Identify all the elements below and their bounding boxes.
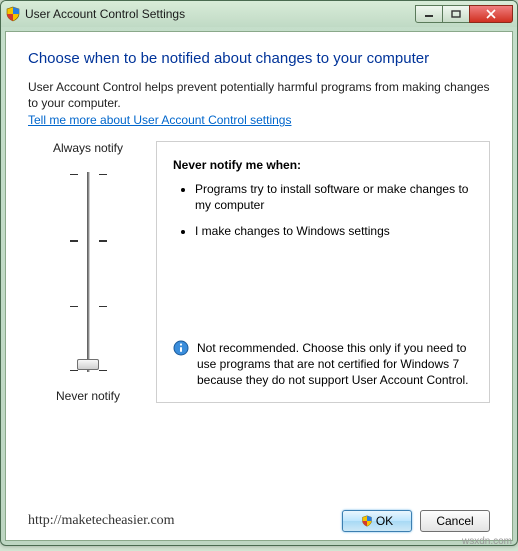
source-url: http://maketecheasier.com — [28, 513, 175, 529]
panel-bullet: Programs try to install software or make… — [195, 182, 473, 213]
window-frame: User Account Control Settings Choose whe… — [0, 0, 518, 546]
slider-tick — [99, 370, 107, 371]
slider-column: Always notify Never notify — [28, 141, 148, 403]
help-link[interactable]: Tell me more about User Account Control … — [28, 113, 490, 127]
body-row: Always notify Never notify — [28, 141, 490, 403]
info-panel: Never notify me when: Programs try to in… — [156, 141, 490, 403]
recommendation-text: Not recommended. Choose this only if you… — [197, 340, 473, 389]
titlebar[interactable]: User Account Control Settings — [1, 1, 517, 27]
ok-button-label: OK — [376, 514, 393, 528]
slider-tick — [99, 306, 107, 307]
minimize-button[interactable] — [415, 5, 443, 23]
slider-tick — [70, 306, 78, 307]
shield-icon — [361, 515, 373, 527]
close-button[interactable] — [469, 5, 513, 23]
window-title: User Account Control Settings — [25, 7, 416, 21]
content-area: Choose when to be notified about changes… — [5, 31, 513, 541]
page-heading: Choose when to be notified about changes… — [28, 50, 490, 67]
info-icon — [173, 340, 189, 356]
panel-bullet-list: Programs try to install software or make… — [179, 182, 473, 249]
panel-title: Never notify me when: — [173, 158, 473, 172]
cancel-button-label: Cancel — [436, 514, 473, 528]
maximize-button[interactable] — [442, 5, 470, 23]
slider-thumb[interactable] — [77, 359, 99, 370]
slider-top-label: Always notify — [53, 141, 123, 155]
slider-tick — [70, 240, 78, 242]
uac-shield-icon — [5, 6, 21, 22]
slider-track — [87, 172, 90, 372]
cancel-button[interactable]: Cancel — [420, 510, 490, 532]
panel-bullet: I make changes to Windows settings — [195, 224, 473, 240]
slider-tick — [99, 240, 107, 242]
slider-tick — [70, 174, 78, 175]
window-controls — [416, 5, 513, 23]
footer-row: http://maketecheasier.com OK Cancel — [28, 440, 490, 532]
slider-bottom-label: Never notify — [56, 389, 120, 403]
slider-tick — [99, 174, 107, 175]
ok-button[interactable]: OK — [342, 510, 412, 532]
notification-slider[interactable] — [58, 167, 118, 377]
recommendation-row: Not recommended. Choose this only if you… — [173, 340, 473, 389]
page-description: User Account Control helps prevent poten… — [28, 79, 490, 111]
slider-tick — [70, 370, 78, 371]
watermark: wsxdn.com — [462, 536, 512, 547]
